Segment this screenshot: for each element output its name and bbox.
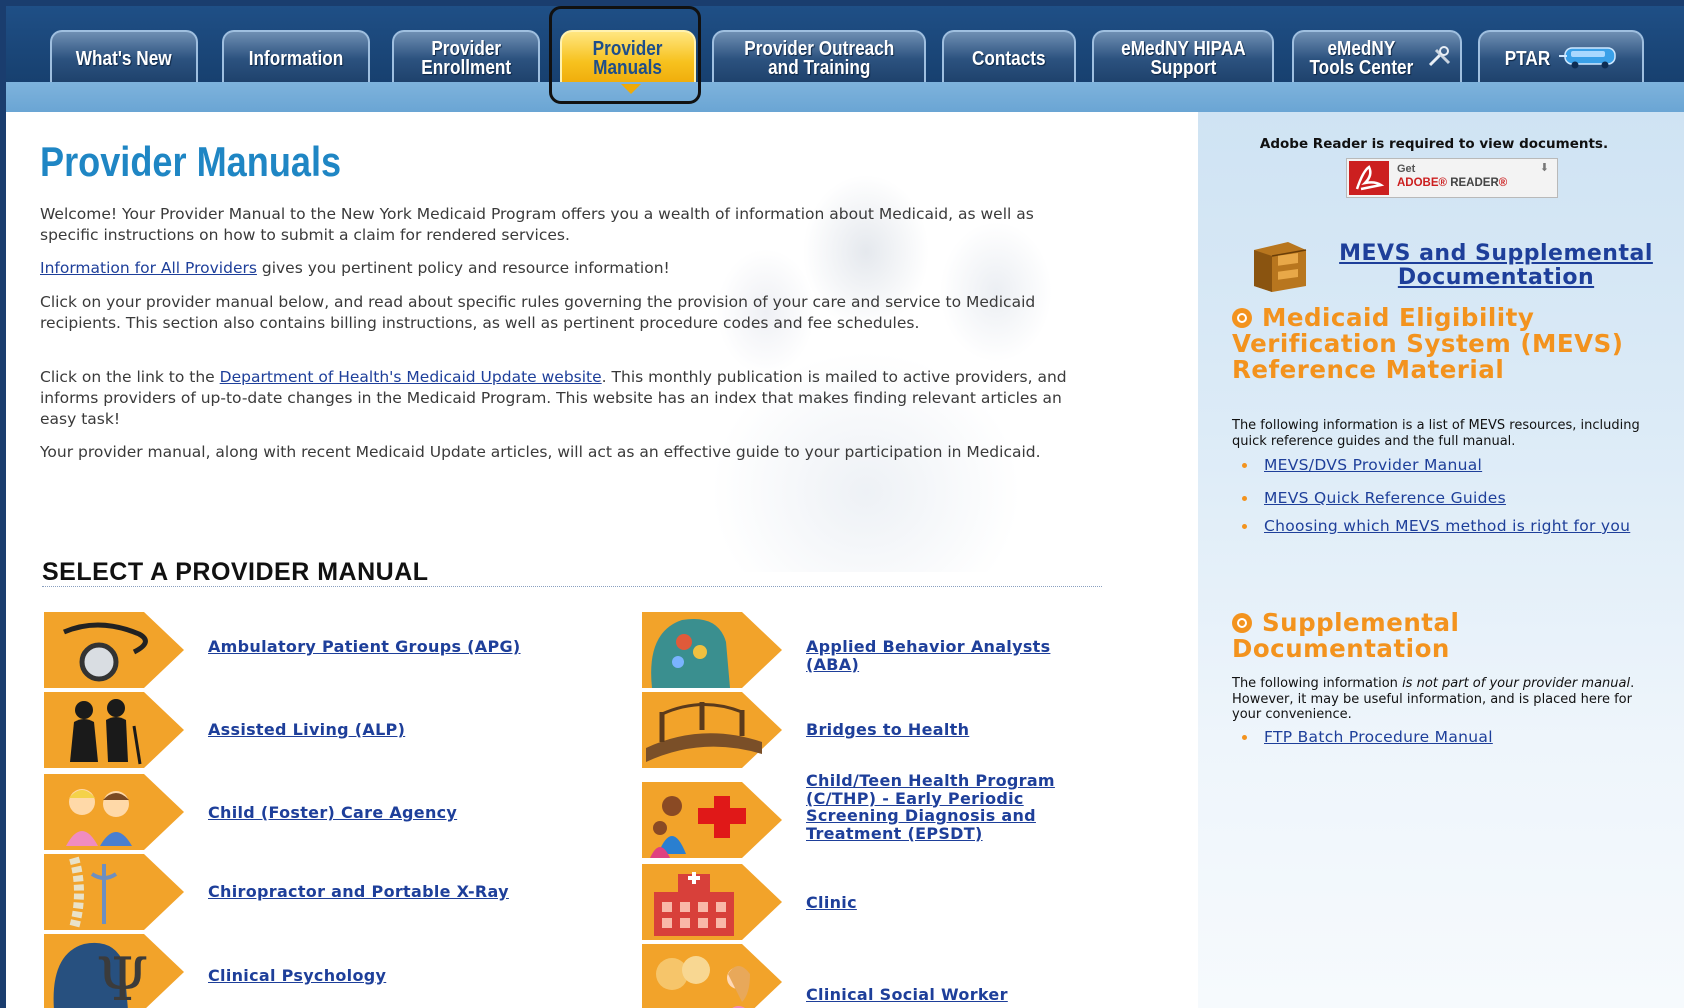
list-item: MEVS/DVS Provider Manual [1238, 454, 1668, 477]
section-bullet-icon [1232, 613, 1252, 633]
tab-label: eMedNY Tools Center [1309, 38, 1413, 79]
manual-link-child-foster-care[interactable]: Child (Foster) Care Agency [208, 804, 588, 822]
right-sidebar: Adobe Reader is required to view documen… [1198, 112, 1684, 1008]
adobe-reader-label: ADOBE® READER® [1397, 177, 1508, 189]
medicaid-update-website-link[interactable]: Department of Health's Medicaid Update w… [220, 368, 602, 386]
psi-head-icon: Ψ [44, 934, 184, 1008]
download-arrow-icon: ⬇ [1539, 162, 1549, 174]
manual-item-cthp-epsdt[interactable]: Child/Teen Health Program (C/THP) - Earl… [642, 772, 1142, 868]
spine-icon [44, 854, 184, 930]
tab-label: Provider Outreach and Training [743, 38, 895, 79]
adobe-reader-note: Adobe Reader is required to view documen… [1259, 136, 1609, 152]
manual-link-clinical-social-worker[interactable]: Clinical Social Worker [806, 986, 1186, 1004]
select-manual-heading: SELECT A PROVIDER MANUAL [42, 558, 429, 586]
manual-link-clinic[interactable]: Clinic [806, 894, 1186, 912]
tab-provider-outreach-and-training[interactable]: Provider Outreach and Training [712, 30, 926, 86]
manual-link-alp[interactable]: Assisted Living (ALP) [208, 721, 588, 739]
list-item: FTP Batch Procedure Manual [1238, 726, 1668, 749]
manual-item-clinical-social-worker[interactable]: Clinical Social Worker [642, 944, 1142, 1008]
family-red-cross-icon [642, 782, 782, 858]
top-navigation-bar: What's New Information Provider Enrollme… [6, 6, 1684, 86]
manual-item-aba[interactable]: Applied Behavior Analysts (ABA) [642, 612, 1142, 688]
medicaid-update-paragraph: Click on the link to the Department of H… [40, 367, 1070, 430]
adobe-brand: ADOBE [1397, 177, 1439, 189]
nav-sub-bar [6, 82, 1684, 112]
tab-label: Information [248, 47, 344, 70]
manual-link-chiropractor[interactable]: Chiropractor and Portable X-Ray [208, 883, 588, 901]
active-tab-pointer [621, 84, 641, 94]
manual-item-bridges-to-health[interactable]: Bridges to Health [642, 692, 1142, 768]
supplemental-links-list: FTP Batch Procedure Manual [1238, 726, 1668, 759]
tab-information[interactable]: Information [222, 30, 370, 86]
mevs-supplemental-documentation-link[interactable]: MEVS and Supplemental Documentation [1318, 242, 1674, 290]
supp-text-pre: The following information [1232, 676, 1403, 691]
mevs-reference-heading: Medicaid Eligibility Verification System… [1232, 305, 1672, 383]
manual-link-aba[interactable]: Applied Behavior Analysts (ABA) [806, 638, 1106, 673]
closing-paragraph: Your provider manual, along with recent … [40, 443, 1041, 461]
children-icon [44, 774, 184, 850]
click-manual-paragraph: Click on your provider manual below, and… [40, 293, 1036, 332]
tab-label: Provider Enrollment [421, 38, 511, 79]
mevs-links-list: MEVS/DVS Provider Manual MEVS Quick Refe… [1238, 454, 1668, 548]
supplemental-description: The following information is not part of… [1232, 676, 1662, 723]
manual-item-apg[interactable]: Ambulatory Patient Groups (APG) [44, 612, 604, 688]
adobe-pdf-icon [1349, 161, 1389, 195]
manual-item-alp[interactable]: Assisted Living (ALP) [44, 692, 604, 768]
background-photo-medical-staff [566, 112, 1106, 572]
tools-icon [1427, 46, 1453, 72]
page-title: Provider Manuals [40, 138, 342, 185]
bridge-icon [642, 692, 782, 768]
list-item: MEVS Quick Reference Guides [1238, 487, 1668, 510]
tab-emedny-hipaa-support[interactable]: eMedNY HIPAA Support [1092, 30, 1274, 86]
ftp-batch-procedure-manual-link[interactable]: FTP Batch Procedure Manual [1264, 728, 1493, 746]
manual-item-child-foster-care[interactable]: Child (Foster) Care Agency [44, 774, 604, 850]
mevs-dvs-provider-manual-link[interactable]: MEVS/DVS Provider Manual [1264, 456, 1482, 474]
manual-item-clinical-psychology[interactable]: Ψ Clinical Psychology [44, 934, 604, 1008]
mevs-heading-text: Medicaid Eligibility Verification System… [1232, 303, 1624, 384]
manual-item-chiropractor[interactable]: Chiropractor and Portable X-Ray [44, 854, 604, 930]
supp-text-emphasis: is not part of your provider manual [1402, 676, 1631, 691]
file-cabinet-icon [1248, 236, 1312, 292]
tab-label: Contacts [972, 47, 1046, 70]
all-providers-text: gives you pertinent policy and resource … [256, 259, 670, 277]
bus-icon [1559, 44, 1621, 74]
get-adobe-reader-button[interactable]: Get ADOBE® READER® ⬇ [1346, 158, 1558, 198]
main-content: Provider Manuals Welcome! Your Provider … [6, 112, 1198, 1008]
adobe-get-label: Get [1397, 163, 1416, 175]
manual-item-clinic[interactable]: Clinic [642, 864, 1142, 940]
elderly-couple-icon [44, 692, 184, 768]
social-worker-icon [642, 944, 782, 1008]
stethoscope-icon [44, 612, 184, 688]
intro-paragraph: Welcome! Your Provider Manual to the New… [40, 205, 1034, 244]
tab-label: Provider Manuals [593, 38, 663, 79]
supp-heading-text: Supplemental Documentation [1232, 608, 1460, 663]
choosing-mevs-method-link[interactable]: Choosing which MEVS method is right for … [1264, 517, 1630, 535]
section-bullet-icon [1232, 308, 1252, 328]
manual-link-clinical-psychology[interactable]: Clinical Psychology [208, 967, 588, 985]
adobe-product: READER [1450, 177, 1499, 189]
manual-link-apg[interactable]: Ambulatory Patient Groups (APG) [208, 638, 588, 656]
list-item: Choosing which MEVS method is right for … [1238, 515, 1668, 538]
manual-link-cthp-epsdt[interactable]: Child/Teen Health Program (C/THP) - Earl… [806, 772, 1086, 842]
tab-label: PTAR [1504, 47, 1550, 70]
tab-label: eMedNY HIPAA Support [1120, 38, 1246, 79]
mevs-quick-reference-guides-link[interactable]: MEVS Quick Reference Guides [1264, 489, 1506, 507]
tab-emedny-tools-center[interactable]: eMedNY Tools Center [1292, 30, 1462, 86]
svg-text:Ψ: Ψ [96, 945, 149, 1008]
tab-label: What's New [76, 47, 172, 70]
manual-link-bridges-to-health[interactable]: Bridges to Health [806, 721, 1186, 739]
tab-whats-new[interactable]: What's New [50, 30, 198, 86]
tab-contacts[interactable]: Contacts [942, 30, 1076, 86]
supplemental-documentation-heading: Supplemental Documentation [1232, 610, 1672, 662]
information-for-all-providers-link[interactable]: Information for All Providers [40, 259, 257, 277]
all-providers-paragraph: Information for All Providers gives you … [40, 258, 1070, 279]
clinic-building-icon [642, 864, 782, 940]
brain-head-icon [642, 612, 782, 688]
tab-provider-enrollment[interactable]: Provider Enrollment [392, 30, 540, 86]
tab-ptar[interactable]: PTAR [1478, 30, 1644, 86]
tab-provider-manuals[interactable]: Provider Manuals [560, 30, 696, 86]
update-text-pre: Click on the link to the [40, 368, 220, 386]
mevs-description: The following information is a list of M… [1232, 418, 1640, 449]
section-divider [42, 586, 1102, 587]
